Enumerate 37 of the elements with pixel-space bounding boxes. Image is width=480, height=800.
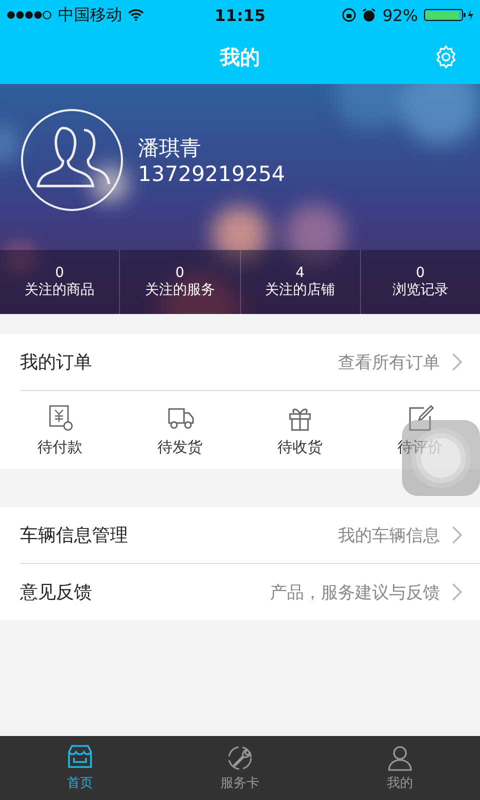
person-icon xyxy=(386,744,414,772)
order-status-label[interactable]: 待发货 xyxy=(158,438,202,456)
menu-item-value: 我的车辆信息 xyxy=(338,524,440,546)
chevron-icon xyxy=(452,353,462,371)
battery-percent: 92% xyxy=(382,6,418,24)
tab-item[interactable]: 首页 xyxy=(0,736,160,800)
tab-item[interactable]: 服务卡 xyxy=(160,736,320,800)
order-status-label[interactable]: 待收货 xyxy=(278,438,322,456)
view-all-orders-link[interactable]: 查看所有订单 xyxy=(338,350,440,374)
stat-label: 关注的店铺 xyxy=(265,281,336,299)
rotation-lock-icon xyxy=(342,8,356,22)
alarm-icon xyxy=(362,8,376,22)
order-status-label[interactable]: 待付款 xyxy=(38,438,82,456)
stat-label: 浏览记录 xyxy=(392,281,448,299)
phone-number: 13729219254 xyxy=(138,162,285,186)
stat-label: 关注的商品 xyxy=(24,281,95,299)
stat-label: 关注的服务 xyxy=(144,281,215,299)
chevron-icon xyxy=(452,583,462,601)
wifi-icon xyxy=(128,9,144,21)
avatar-icon[interactable] xyxy=(20,108,124,212)
section-title: 我的订单 xyxy=(20,351,93,374)
stat-count: 0 xyxy=(416,265,425,281)
signal-icon xyxy=(6,10,52,20)
stat-count: 4 xyxy=(296,265,305,281)
battery-charging-icon xyxy=(424,8,474,22)
user-name: 潘琪青 xyxy=(138,135,202,162)
carrier-name: 中国移动 xyxy=(58,4,122,26)
wrench-icon xyxy=(226,744,254,772)
stat-count: 0 xyxy=(55,265,64,281)
status-time: 11:15 xyxy=(214,6,266,24)
menu-item-value: 产品，服务建议与反馈 xyxy=(270,582,440,604)
chevron-icon xyxy=(452,526,462,544)
tab-item[interactable]: 我的 xyxy=(320,736,480,800)
page-title: 我的 xyxy=(220,44,260,70)
stat-count: 0 xyxy=(175,265,184,281)
menu-item-label[interactable]: 意见反馈 xyxy=(20,580,258,604)
menu-item-label[interactable]: 车辆信息管理 xyxy=(20,523,326,547)
